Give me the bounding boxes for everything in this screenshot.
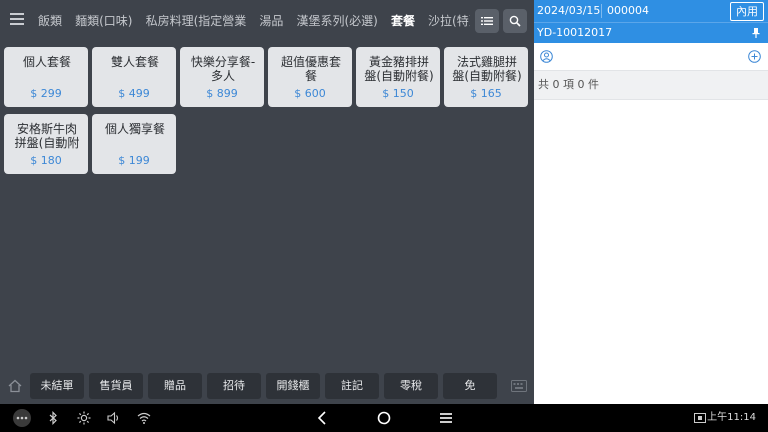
menu-item-name: 快樂分享餐-多人 — [190, 55, 256, 83]
recents-icon[interactable] — [439, 411, 453, 425]
wifi-icon[interactable] — [137, 411, 151, 425]
menu-item-price: $ 150 — [382, 87, 414, 100]
tab-category[interactable]: 麵類(口味) — [71, 0, 136, 42]
home-nav-icon[interactable] — [377, 411, 391, 425]
menu-item-name: 雙人套餐 — [110, 55, 159, 69]
customer-row — [534, 43, 768, 71]
menu-item-name: 超值優惠套餐 — [280, 55, 341, 83]
menu-item-price: $ 199 — [118, 154, 150, 167]
complimentary-button[interactable]: 招待 — [207, 373, 261, 399]
note-button[interactable]: 註記 — [325, 373, 379, 399]
tab-category[interactable]: 沙拉(特賣) — [424, 0, 470, 42]
menu-item-name: 黃金豬排拼盤(自動附餐) — [364, 55, 434, 83]
system-nav-bar: 上午11:14 — [0, 404, 768, 432]
clock: 上午11:14 — [707, 412, 756, 423]
menu-item-price: $ 165 — [470, 87, 502, 100]
menu-item-card[interactable]: 雙人套餐 $ 499 — [92, 47, 176, 107]
gift-button[interactable]: 贈品 — [148, 373, 202, 399]
order-count-text: 共 0 項 0 件 — [538, 78, 599, 91]
menu-item-name: 個人套餐 — [22, 55, 71, 69]
menu-item-name: 法式雞腿拼盤(自動附餐) — [452, 55, 522, 83]
menu-item-card[interactable]: 黃金豬排拼盤(自動附餐) $ 150 — [356, 47, 440, 107]
function-bar: 未結單 售貨員 贈品 招待 開錢櫃 註記 零稅 免 — [0, 368, 534, 404]
category-bar: 飯類 麵類(口味) 私房料理(指定營業 湯品 漢堡系列(必選) 套餐 沙拉(特賣… — [0, 0, 534, 42]
menu-item-card[interactable]: 個人套餐 $ 299 — [4, 47, 88, 107]
tab-category[interactable]: 私房料理(指定營業 — [142, 0, 251, 42]
volume-icon[interactable] — [107, 411, 121, 425]
menu-item-price: $ 299 — [30, 87, 62, 100]
menu-item-card[interactable]: 個人獨享餐 $ 199 — [92, 114, 176, 174]
pin-icon[interactable] — [752, 28, 760, 38]
menu-item-price: $ 600 — [294, 87, 326, 100]
order-number: 000004 — [607, 4, 649, 17]
pos-panel: 飯類 麵類(口味) 私房料理(指定營業 湯品 漢堡系列(必選) 套餐 沙拉(特賣… — [0, 0, 534, 404]
menu-item-card[interactable]: 法式雞腿拼盤(自動附餐) $ 165 — [444, 47, 528, 107]
tab-category-active[interactable]: 套餐 — [387, 0, 419, 42]
tab-category[interactable]: 湯品 — [255, 0, 287, 42]
exempt-button[interactable]: 免 — [443, 373, 497, 399]
hamburger-icon[interactable] — [10, 13, 24, 25]
display-icon[interactable] — [694, 413, 706, 423]
order-summary: 共 0 項 0 件 — [534, 71, 768, 100]
menu-item-name: 個人獨享餐 — [104, 122, 165, 136]
menu-item-card[interactable]: 超值優惠套餐 $ 600 — [268, 47, 352, 107]
order-date: 2024/03/15 — [537, 4, 601, 17]
order-id-bar: YD-10012017 — [534, 22, 768, 43]
list-icon — [481, 17, 493, 25]
menu-item-price: $ 180 — [30, 154, 62, 167]
bluetooth-icon[interactable] — [48, 411, 58, 425]
menu-item-card[interactable]: 快樂分享餐-多人 $ 899 — [180, 47, 264, 107]
tab-category[interactable]: 漢堡系列(必選) — [292, 0, 381, 42]
search-icon — [509, 15, 521, 27]
order-id: YD-10012017 — [537, 26, 613, 39]
back-icon[interactable] — [316, 411, 328, 425]
unsettled-orders-button[interactable]: 未結單 — [30, 373, 84, 399]
brightness-icon[interactable] — [77, 411, 91, 425]
menu-item-price: $ 499 — [118, 87, 150, 100]
user-icon[interactable] — [540, 50, 553, 63]
category-tabs: 飯類 麵類(口味) 私房料理(指定營業 湯品 漢堡系列(必選) 套餐 沙拉(特賣… — [34, 0, 470, 42]
keyboard-icon[interactable] — [511, 380, 527, 392]
tab-category[interactable]: 飯類 — [34, 0, 66, 42]
order-panel: 2024/03/15 000004 內用 YD-10012017 共 0 項 0… — [534, 0, 768, 404]
zero-tax-button[interactable]: 零稅 — [384, 373, 438, 399]
menu-item-card[interactable]: 安格斯牛肉拼盤(自動附 $ 180 — [4, 114, 88, 174]
dine-type-button[interactable]: 內用 — [730, 2, 764, 21]
plus-circle-icon[interactable] — [748, 50, 761, 63]
header-divider — [601, 4, 602, 18]
search-button[interactable] — [503, 9, 527, 33]
menu-item-price: $ 899 — [206, 87, 238, 100]
open-drawer-button[interactable]: 開錢櫃 — [266, 373, 320, 399]
more-icon[interactable] — [13, 409, 31, 427]
order-header: 2024/03/15 000004 內用 — [534, 0, 768, 22]
home-icon[interactable] — [8, 379, 22, 393]
list-view-button[interactable] — [475, 9, 499, 33]
salesperson-button[interactable]: 售貨員 — [89, 373, 143, 399]
menu-item-name: 安格斯牛肉拼盤(自動附 — [14, 122, 80, 150]
